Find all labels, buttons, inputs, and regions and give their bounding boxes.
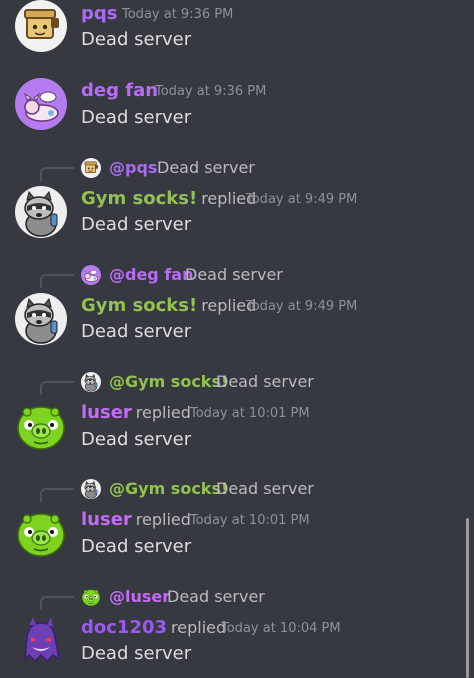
message-timestamp: Today at 9:49 PM — [246, 299, 358, 314]
purple-sleeping-creature-avatar-icon[interactable] — [15, 78, 67, 130]
reply-mention[interactable]: @Gym socks! — [109, 478, 228, 500]
replied-label: replied — [171, 618, 227, 637]
reply-reference[interactable]: @luser Dead server — [81, 586, 381, 608]
reply-reference[interactable]: @Gym socks! Dead server — [81, 478, 381, 500]
reply-mention[interactable]: @pqs — [109, 157, 157, 179]
message-author[interactable]: luser replied — [81, 509, 191, 531]
reply-reference[interactable]: @Gym socks! Dead server — [81, 371, 381, 393]
reply-reference[interactable]: @deg fan Dead server — [81, 264, 381, 286]
message-author[interactable]: deg fan — [81, 80, 158, 102]
message-author[interactable]: Gym socks! replied — [81, 188, 256, 210]
chat-message-list: pqs Today at 9:36 PM Dead server deg fan… — [0, 0, 474, 678]
raccoon-avatar-icon[interactable] — [15, 293, 67, 345]
reply-mention[interactable]: @luser — [109, 586, 170, 608]
raccoon-mini-avatar-icon — [81, 479, 101, 499]
message-author[interactable]: luser replied — [81, 402, 191, 424]
reply-preview-text: Dead server — [185, 265, 283, 284]
reply-preview-text: Dead server — [167, 587, 265, 606]
message-content: Dead server — [81, 643, 192, 664]
message-timestamp: Today at 10:01 PM — [190, 406, 310, 421]
message-author[interactable]: doc1203 replied — [81, 617, 226, 639]
reply-connector — [40, 596, 74, 610]
reply-mention[interactable]: @deg fan — [109, 264, 193, 286]
green-pig-avatar-icon[interactable] — [15, 507, 67, 559]
reply-connector — [40, 381, 74, 395]
green-pig-mini-avatar-icon — [81, 587, 101, 607]
replied-label: replied — [135, 403, 191, 422]
message-timestamp: Today at 9:36 PM — [155, 84, 267, 99]
message-content: Dead server — [81, 536, 192, 557]
reply-preview-text: Dead server — [157, 158, 255, 177]
raccoon-mini-avatar-icon — [81, 372, 101, 392]
reply-preview-text: Dead server — [216, 479, 314, 498]
message-timestamp: Today at 10:04 PM — [221, 621, 341, 636]
message-timestamp: Today at 9:36 PM — [122, 7, 234, 22]
purple-creature-mini-avatar-icon — [81, 265, 101, 285]
reply-connector — [40, 488, 74, 502]
message-content: Dead server — [81, 107, 192, 128]
box-robot-mini-avatar-icon — [81, 158, 101, 178]
purple-ghost-avatar-icon[interactable] — [15, 615, 67, 667]
author-name[interactable]: luser — [81, 402, 132, 423]
message-content: Dead server — [81, 29, 192, 50]
message-author[interactable]: Gym socks! replied — [81, 295, 256, 317]
author-name[interactable]: Gym socks! — [81, 188, 197, 209]
message-timestamp: Today at 9:49 PM — [246, 192, 358, 207]
reply-mention[interactable]: @Gym socks! — [109, 371, 228, 393]
replied-label: replied — [135, 510, 191, 529]
raccoon-avatar-icon[interactable] — [15, 186, 67, 238]
message-content: Dead server — [81, 214, 192, 235]
message-item: @luser Dead server doc1203 replied Today … — [0, 0, 474, 1]
author-name[interactable]: Gym socks! — [81, 295, 197, 316]
reply-preview-text: Dead server — [216, 372, 314, 391]
reply-connector — [40, 274, 74, 288]
message-content: Dead server — [81, 321, 192, 342]
box-robot-avatar-icon[interactable] — [15, 0, 67, 52]
message-content: Dead server — [81, 429, 192, 450]
message-author[interactable]: pqs — [81, 3, 117, 25]
chat-scrollbar[interactable] — [466, 518, 469, 678]
green-pig-avatar-icon[interactable] — [15, 400, 67, 452]
reply-reference[interactable]: @pqs Dead server — [81, 157, 381, 179]
author-name[interactable]: luser — [81, 509, 132, 530]
author-name[interactable]: doc1203 — [81, 617, 167, 638]
reply-connector — [40, 167, 74, 181]
message-timestamp: Today at 10:01 PM — [190, 513, 310, 528]
